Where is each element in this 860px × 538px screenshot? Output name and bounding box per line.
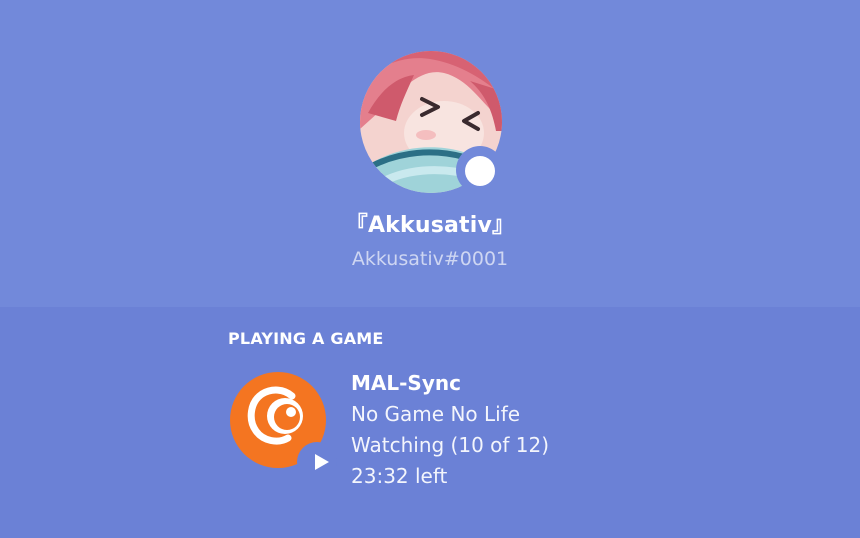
crunchyroll-icon: [230, 372, 337, 480]
activity-section-title: PLAYING A GAME: [228, 329, 384, 348]
game-icon: [228, 368, 340, 480]
activity-state: Watching (10 of 12): [351, 433, 550, 457]
activity-details: MAL-Sync No Game No Life Watching (10 of…: [351, 368, 711, 492]
activity-app-name: MAL-Sync: [351, 371, 461, 395]
status-online-icon: [465, 156, 495, 186]
user-tag[interactable]: Akkusativ#0001: [0, 244, 860, 274]
profile-popout: 『Akkusativ』 Akkusativ#0001 PLAYING A GAM…: [0, 0, 860, 538]
activity-details-text: No Game No Life: [351, 402, 521, 426]
activity-time-left: 23:32 left: [351, 464, 448, 488]
display-name: 『Akkusativ』: [345, 213, 515, 238]
